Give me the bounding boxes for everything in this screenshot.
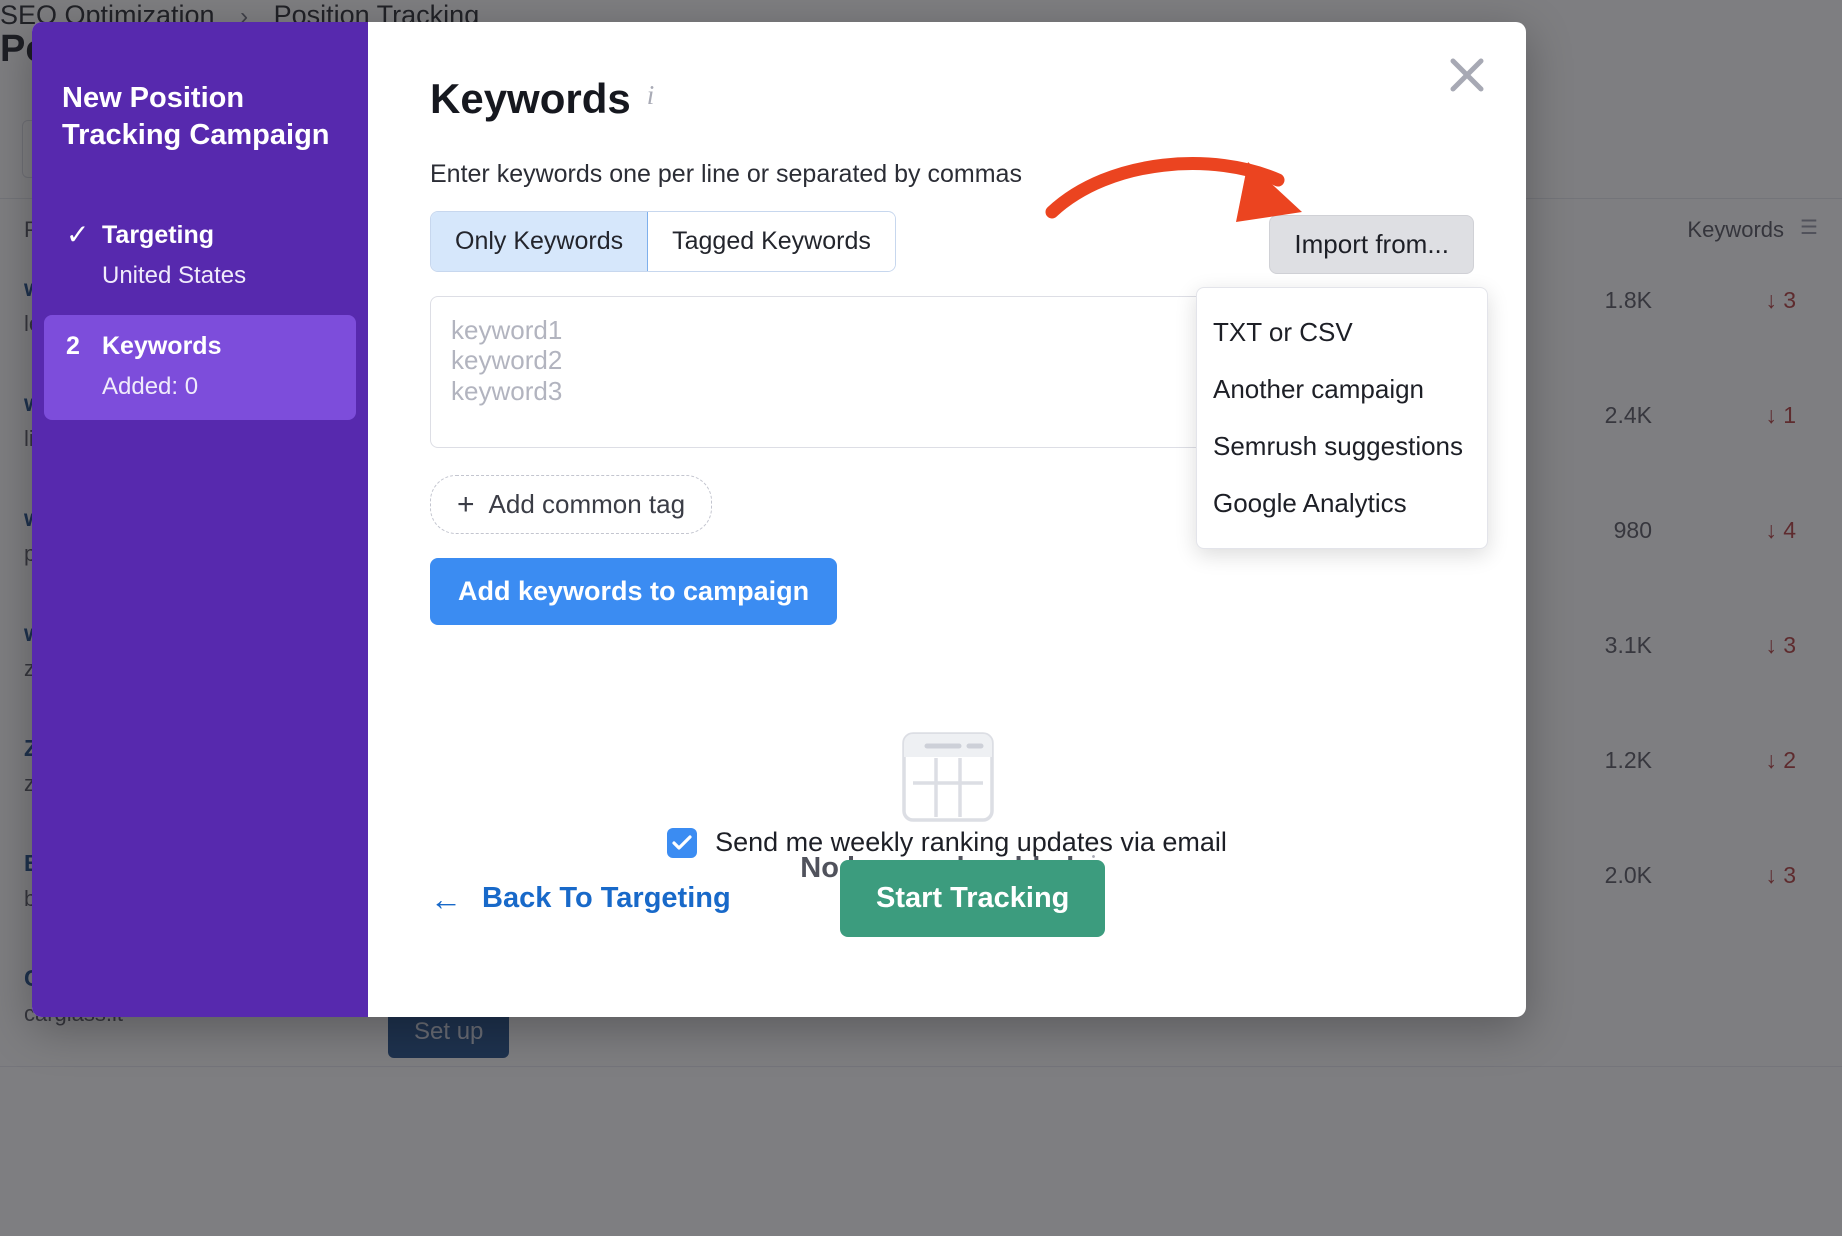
keyword-mode-tabs: Only Keywords Tagged Keywords bbox=[430, 211, 896, 272]
import-option-another-campaign[interactable]: Another campaign bbox=[1197, 361, 1487, 418]
step-number: 2 bbox=[66, 332, 80, 361]
new-campaign-modal: New Position Tracking Campaign ✓ Targetin… bbox=[32, 22, 1526, 1017]
empty-table-icon bbox=[901, 731, 995, 828]
wizard-step-sub: United States bbox=[102, 262, 247, 290]
wizard-step-body: Targeting United States bbox=[102, 218, 338, 293]
wizard-step-list: ✓ Targeting United States 2 Keywords Added: 0 bbox=[32, 204, 368, 421]
tab-only-keywords[interactable]: Only Keywords bbox=[431, 212, 649, 271]
wizard-step-sub: Added: 0 bbox=[102, 373, 199, 401]
wizard-title: New Position Tracking Campaign bbox=[62, 82, 330, 152]
step-check-icon: ✓ bbox=[66, 219, 90, 251]
keyword-mode-row: Only Keywords Tagged Keywords Import from… bbox=[430, 211, 1488, 549]
arrow-left-icon: ← bbox=[430, 880, 462, 917]
section-title-text: Keywords bbox=[430, 75, 631, 122]
import-from-button[interactable]: Import from... bbox=[1269, 215, 1474, 274]
close-icon[interactable] bbox=[1440, 48, 1494, 102]
wizard-step-keywords[interactable]: 2 Keywords Added: 0 bbox=[44, 315, 356, 421]
modal-footer: ← Back To Targeting Start Tracking bbox=[430, 860, 1466, 937]
add-common-tag-button[interactable]: + Add common tag bbox=[430, 475, 713, 534]
email-updates-checkbox[interactable] bbox=[667, 827, 698, 858]
helper-text: Enter keywords one per line or separated… bbox=[430, 160, 1022, 188]
add-common-tag-label: Add common tag bbox=[488, 489, 686, 519]
wizard-step-body: Keywords Added: 0 bbox=[102, 329, 338, 404]
wizard-sidebar: New Position Tracking Campaign ✓ Targetin… bbox=[32, 22, 368, 1017]
import-option-google-analytics[interactable]: Google Analytics bbox=[1197, 475, 1487, 532]
start-tracking-button[interactable]: Start Tracking bbox=[840, 860, 1106, 937]
plus-icon: + bbox=[457, 487, 475, 521]
tab-tagged-keywords[interactable]: Tagged Keywords bbox=[648, 212, 895, 271]
email-updates-row: Send me weekly ranking updates via email bbox=[368, 827, 1526, 858]
import-from-dropdown: TXT or CSV Another campaign Semrush sugges… bbox=[1196, 287, 1488, 549]
wizard-step-name: Keywords bbox=[102, 332, 222, 361]
wizard-step-targeting[interactable]: ✓ Targeting United States bbox=[44, 204, 356, 309]
import-option-txt-or-csv[interactable]: TXT or CSV bbox=[1197, 304, 1487, 361]
wizard-step-name: Targeting bbox=[102, 221, 215, 250]
section-title: Keywords i bbox=[430, 78, 1466, 120]
email-updates-label: Send me weekly ranking updates via email bbox=[715, 827, 1227, 857]
back-to-targeting-label: Back To Targeting bbox=[482, 882, 731, 914]
import-option-semrush-suggestions[interactable]: Semrush suggestions bbox=[1197, 418, 1487, 475]
back-to-targeting-link[interactable]: ← Back To Targeting bbox=[430, 882, 731, 915]
add-keywords-to-campaign-button[interactable]: Add keywords to campaign bbox=[430, 558, 838, 625]
info-icon[interactable]: i bbox=[647, 81, 655, 109]
modal-main-panel: Keywords i Enter keywords one per line o… bbox=[368, 22, 1526, 1017]
